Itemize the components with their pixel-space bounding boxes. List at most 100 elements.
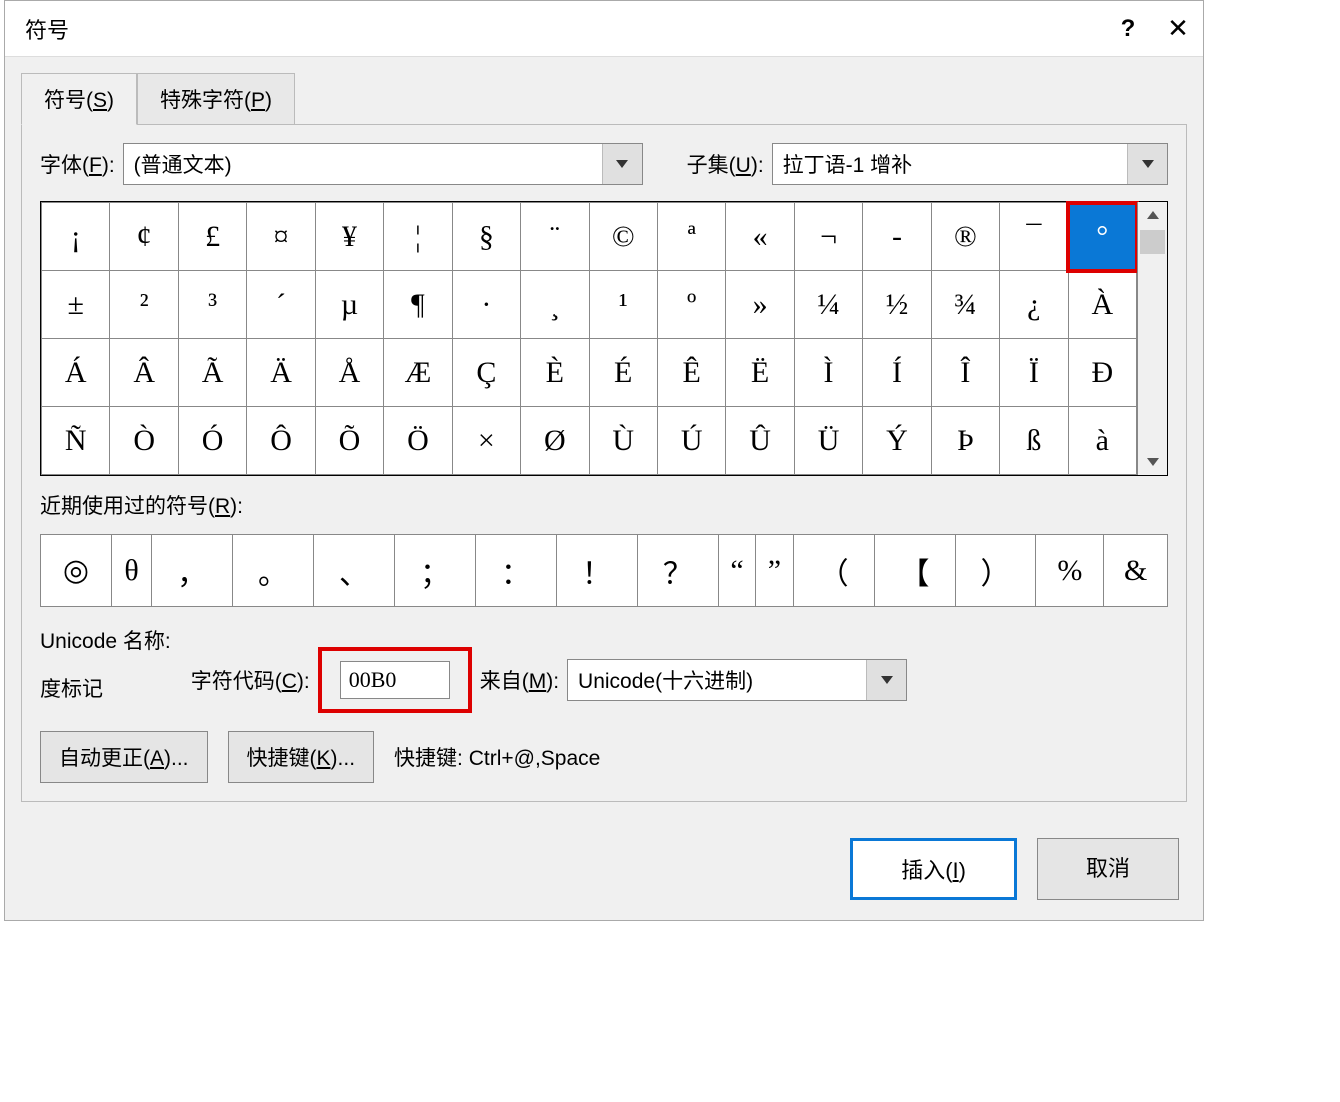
- chevron-down-icon[interactable]: [1127, 144, 1167, 184]
- recent-symbol-cell[interactable]: %: [1036, 535, 1104, 607]
- recent-symbol-cell[interactable]: 。: [233, 535, 314, 607]
- symbol-cell[interactable]: ¢: [110, 203, 178, 271]
- insert-button[interactable]: 插入(I): [850, 838, 1017, 900]
- symbol-cell[interactable]: Æ: [384, 339, 452, 407]
- symbol-cell[interactable]: Á: [42, 339, 110, 407]
- symbol-cell[interactable]: Î: [931, 339, 999, 407]
- symbol-cell[interactable]: -: [863, 203, 931, 271]
- symbol-cell[interactable]: Ù: [589, 407, 657, 475]
- symbol-cell[interactable]: ¾: [931, 271, 999, 339]
- symbol-cell[interactable]: ±: [42, 271, 110, 339]
- recent-symbol-cell[interactable]: 、: [314, 535, 395, 607]
- symbol-cell[interactable]: ¤: [247, 203, 315, 271]
- symbol-cell[interactable]: Ç: [452, 339, 520, 407]
- tab-symbols[interactable]: 符号(S): [21, 73, 137, 125]
- symbol-cell[interactable]: ¦: [384, 203, 452, 271]
- symbol-cell[interactable]: ´: [247, 271, 315, 339]
- symbol-cell[interactable]: ¸: [521, 271, 589, 339]
- symbol-cell[interactable]: Ü: [794, 407, 862, 475]
- recent-symbol-cell[interactable]: ；: [394, 535, 475, 607]
- symbol-cell[interactable]: Õ: [315, 407, 383, 475]
- symbol-cell[interactable]: Ê: [657, 339, 725, 407]
- recent-symbol-cell[interactable]: （: [793, 535, 874, 607]
- symbol-cell[interactable]: §: [452, 203, 520, 271]
- symbol-cell[interactable]: µ: [315, 271, 383, 339]
- font-combo[interactable]: (普通文本): [123, 143, 643, 185]
- scroll-up-icon[interactable]: [1138, 202, 1167, 228]
- close-button[interactable]: ✕: [1153, 13, 1203, 44]
- recent-symbol-cell[interactable]: ）: [955, 535, 1036, 607]
- symbol-scrollbar[interactable]: [1137, 202, 1167, 475]
- symbol-cell[interactable]: ×: [452, 407, 520, 475]
- symbol-cell[interactable]: ¹: [589, 271, 657, 339]
- symbol-cell[interactable]: Í: [863, 339, 931, 407]
- scroll-track[interactable]: [1138, 256, 1167, 449]
- symbol-cell[interactable]: Ì: [794, 339, 862, 407]
- symbol-cell[interactable]: ©: [589, 203, 657, 271]
- symbol-cell[interactable]: Ï: [1000, 339, 1068, 407]
- recent-symbol-cell[interactable]: &: [1104, 535, 1168, 607]
- symbol-cell[interactable]: Â: [110, 339, 178, 407]
- cancel-button[interactable]: 取消: [1037, 838, 1179, 900]
- chevron-down-icon[interactable]: [602, 144, 642, 184]
- symbol-cell[interactable]: Ä: [247, 339, 315, 407]
- recent-symbol-cell[interactable]: ◎: [41, 535, 112, 607]
- symbol-cell[interactable]: Ë: [726, 339, 794, 407]
- symbol-cell[interactable]: º: [657, 271, 725, 339]
- symbol-cell[interactable]: ¶: [384, 271, 452, 339]
- symbol-cell[interactable]: £: [178, 203, 246, 271]
- from-combo[interactable]: Unicode(十六进制): [567, 659, 907, 701]
- symbol-cell[interactable]: Ã: [178, 339, 246, 407]
- symbol-cell[interactable]: ·: [452, 271, 520, 339]
- tab-special-chars[interactable]: 特殊字符(P): [137, 73, 295, 125]
- symbol-cell[interactable]: ¿: [1000, 271, 1068, 339]
- scroll-thumb[interactable]: [1140, 230, 1165, 254]
- symbol-cell[interactable]: °: [1068, 203, 1136, 271]
- autocorrect-button[interactable]: 自动更正(A)...: [40, 731, 208, 783]
- symbol-cell[interactable]: ¡: [42, 203, 110, 271]
- chevron-down-icon[interactable]: [866, 660, 906, 700]
- symbol-cell[interactable]: ½: [863, 271, 931, 339]
- subset-combo[interactable]: 拉丁语-1 增补: [772, 143, 1168, 185]
- recent-symbol-cell[interactable]: θ: [111, 535, 151, 607]
- symbol-cell[interactable]: ³: [178, 271, 246, 339]
- symbol-cell[interactable]: ¯: [1000, 203, 1068, 271]
- symbol-cell[interactable]: ¬: [794, 203, 862, 271]
- symbol-cell[interactable]: ¼: [794, 271, 862, 339]
- symbol-cell[interactable]: Ô: [247, 407, 315, 475]
- symbol-cell[interactable]: ¨: [521, 203, 589, 271]
- symbol-cell[interactable]: È: [521, 339, 589, 407]
- recent-symbol-cell[interactable]: ，: [152, 535, 233, 607]
- recent-symbol-cell[interactable]: ！: [556, 535, 637, 607]
- symbol-cell[interactable]: ¥: [315, 203, 383, 271]
- recent-symbol-cell[interactable]: ？: [637, 535, 718, 607]
- symbol-cell[interactable]: «: [726, 203, 794, 271]
- symbol-cell[interactable]: É: [589, 339, 657, 407]
- symbol-cell[interactable]: Å: [315, 339, 383, 407]
- symbol-cell[interactable]: ª: [657, 203, 725, 271]
- symbol-cell[interactable]: Ú: [657, 407, 725, 475]
- symbol-cell[interactable]: À: [1068, 271, 1136, 339]
- symbol-cell[interactable]: Û: [726, 407, 794, 475]
- symbol-cell[interactable]: Ö: [384, 407, 452, 475]
- symbol-cell[interactable]: Ð: [1068, 339, 1136, 407]
- shortcut-button[interactable]: 快捷键(K)...: [228, 731, 375, 783]
- recent-symbol-cell[interactable]: ：: [475, 535, 556, 607]
- recent-symbol-cell[interactable]: ”: [756, 535, 793, 607]
- scroll-down-icon[interactable]: [1138, 449, 1167, 475]
- symbol-cell[interactable]: Ø: [521, 407, 589, 475]
- symbol-cell[interactable]: ®: [931, 203, 999, 271]
- recent-symbol-cell[interactable]: 【: [874, 535, 955, 607]
- symbol-cell[interactable]: Þ: [931, 407, 999, 475]
- symbol-cell[interactable]: Ñ: [42, 407, 110, 475]
- symbol-cell[interactable]: ß: [1000, 407, 1068, 475]
- charcode-input[interactable]: [340, 661, 450, 699]
- symbol-cell[interactable]: Ó: [178, 407, 246, 475]
- symbol-cell[interactable]: Ý: [863, 407, 931, 475]
- help-button[interactable]: ?: [1103, 15, 1153, 43]
- symbol-cell[interactable]: »: [726, 271, 794, 339]
- symbol-cell[interactable]: à: [1068, 407, 1136, 475]
- symbol-cell[interactable]: ²: [110, 271, 178, 339]
- symbol-cell[interactable]: Ò: [110, 407, 178, 475]
- recent-symbol-cell[interactable]: “: [718, 535, 755, 607]
